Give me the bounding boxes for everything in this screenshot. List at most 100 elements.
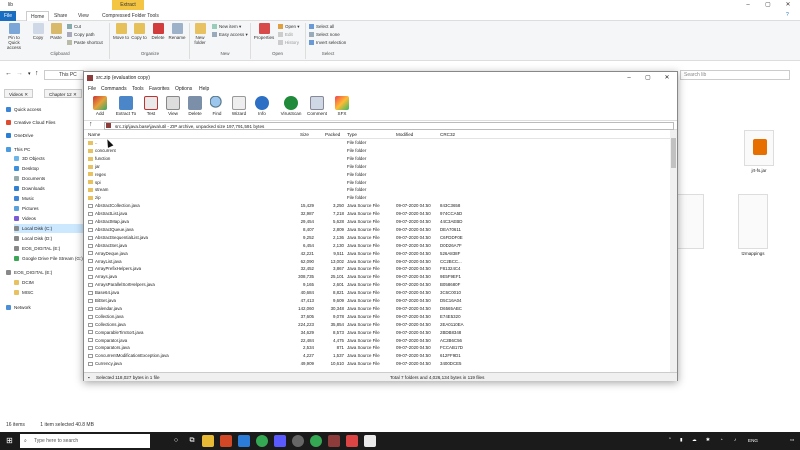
nav-desktop[interactable]: Desktop xyxy=(14,164,39,173)
table-row[interactable]: AbstractList.java 32,987 7,218 Java Source … xyxy=(84,210,670,217)
paste-shortcut-button[interactable]: Paste shortcut xyxy=(67,40,103,46)
nav-dcim[interactable]: DCIM xyxy=(14,278,34,287)
table-row[interactable]: BitSet.java 47,413 9,609 Java Source File 09… xyxy=(84,297,670,304)
table-row[interactable]: ArrayDeque.java 42,221 9,511 Java Source Fi… xyxy=(84,250,670,257)
nav-pictures[interactable]: Pictures xyxy=(14,204,39,213)
menu-favorites[interactable]: Favorites xyxy=(149,84,170,94)
edit-button[interactable]: Edit xyxy=(278,32,293,38)
winzip-taskbar-icon[interactable] xyxy=(328,435,340,447)
column-size[interactable]: Size xyxy=(300,130,309,139)
app-icon[interactable] xyxy=(292,435,304,447)
address-bar[interactable]: This PC xyxy=(44,70,84,80)
cortana-icon[interactable]: ○ xyxy=(170,435,182,447)
folder-row[interactable]: regex File folder xyxy=(84,171,670,178)
table-row[interactable]: Arrays.java 308,735 25,101 Java Source File… xyxy=(84,273,670,280)
nav-3d-objects[interactable]: 3D Objects xyxy=(14,154,45,163)
folder-row[interactable]: function File folder xyxy=(84,155,670,162)
table-row[interactable]: AbstractSet.java 6,454 2,130 Java Source Fi… xyxy=(84,242,670,249)
virusscan-button[interactable]: VirusScan xyxy=(278,96,304,116)
pin-quick-access-button[interactable]: Pin to Quick access xyxy=(3,23,25,50)
menu-commands[interactable]: Commands xyxy=(101,84,127,94)
tray-bluetooth-icon[interactable]: ✱ xyxy=(706,437,710,443)
forward-arrow-icon[interactable]: → xyxy=(16,70,23,77)
chrome-icon[interactable] xyxy=(256,435,268,447)
cut-button[interactable]: Cut xyxy=(67,24,81,30)
paste-button[interactable]: Paste xyxy=(48,23,64,40)
chrome-icon[interactable] xyxy=(310,435,322,447)
tab-home[interactable]: Home xyxy=(26,11,50,21)
folder-row[interactable]: spi File folder xyxy=(84,179,670,186)
tab-compressed-folder-tools[interactable]: Compressed Folder Tools xyxy=(98,11,163,21)
select-all-button[interactable]: Select all xyxy=(309,24,334,30)
nav-downloads[interactable]: Downloads xyxy=(14,184,45,193)
close-icon[interactable]: ✕ xyxy=(780,1,796,10)
table-row[interactable]: ArrayList.java 62,090 13,002 Java Source Fi… xyxy=(84,258,670,265)
nav-local-disk-d[interactable]: Local Disk (D:) xyxy=(14,234,52,243)
info-button[interactable]: Info xyxy=(251,96,273,116)
table-row[interactable]: Currency.java 49,909 10,610 Java Source Fil… xyxy=(84,360,670,367)
folder-row[interactable]: .. File folder xyxy=(84,139,670,146)
nav-videos[interactable]: Videos xyxy=(14,214,36,223)
find-button[interactable]: Find xyxy=(206,96,228,116)
table-row[interactable]: ArrayPrefixHelpers.java 32,452 3,867 Java S… xyxy=(84,265,670,272)
nav-creative-cloud[interactable]: Creative Cloud Files xyxy=(6,118,55,127)
file-list-scrollbar[interactable] xyxy=(670,130,677,372)
table-row[interactable]: Calendar.java 142,060 30,348 Java Source Fi… xyxy=(84,305,670,312)
menu-help[interactable]: Help xyxy=(199,84,209,94)
file-jrt-fs-jar[interactable]: jrt-fs.jar xyxy=(738,130,780,173)
back-arrow-icon[interactable]: ← xyxy=(5,70,12,77)
move-to-button[interactable]: Move to xyxy=(113,23,129,40)
delete-button[interactable]: Delete xyxy=(150,23,166,40)
nav-misc[interactable]: MISC xyxy=(14,288,33,297)
tab-share[interactable]: Share xyxy=(50,11,71,21)
menu-options[interactable]: Options xyxy=(175,84,192,94)
zip-close-icon[interactable]: ✕ xyxy=(658,72,676,84)
history-button[interactable]: History xyxy=(278,40,299,46)
easy-access-button[interactable]: Easy access ▾ xyxy=(212,32,248,38)
up-folder-arrow-icon[interactable]: ↑ xyxy=(89,121,93,128)
nav-documents[interactable]: Documents xyxy=(14,174,45,183)
scrollbar-thumb[interactable] xyxy=(671,138,676,168)
tray-network-icon[interactable]: ▮ xyxy=(680,437,683,443)
folder-row[interactable]: jar File folder xyxy=(84,163,670,170)
task-view-icon[interactable]: ⧉ xyxy=(186,435,198,447)
open-button[interactable]: Open ▾ xyxy=(278,24,300,30)
table-row[interactable]: Comparator.java 22,484 4,475 Java Source Fi… xyxy=(84,337,670,344)
new-folder-button[interactable]: New folder xyxy=(192,23,208,45)
menu-file[interactable]: File xyxy=(88,84,96,94)
table-row[interactable]: ComparableTimSort.java 34,629 8,573 Java So… xyxy=(84,329,670,336)
notification-icon[interactable]: ▭ xyxy=(790,437,794,443)
file-explorer-icon[interactable] xyxy=(202,435,214,447)
column-type[interactable]: Type xyxy=(347,130,357,139)
copy-path-button[interactable]: Copy path xyxy=(67,32,95,38)
office-icon[interactable] xyxy=(220,435,232,447)
language-indicator[interactable]: ENG xyxy=(748,438,758,443)
archive-path-field[interactable]: src.zip\java.base\java\util - ZIP archiv… xyxy=(104,122,674,130)
delete-archive-button[interactable]: Delete xyxy=(184,96,206,116)
tab-videos[interactable]: Videos ✕ xyxy=(4,89,34,98)
table-row[interactable]: Base64.java 40,684 8,821 Java Source File 09… xyxy=(84,289,670,296)
taskbar-search-input[interactable]: ⌕ Type here to search xyxy=(20,434,150,448)
column-name[interactable]: Name xyxy=(88,130,100,139)
nav-eos-digital[interactable]: EOS_DIGITAL (E:) xyxy=(6,268,52,277)
nav-this-pc[interactable]: This PC xyxy=(6,145,30,154)
comment-button[interactable]: Comment xyxy=(305,96,329,116)
file-tzmappings[interactable]: tzmappings xyxy=(732,194,774,256)
folder-row[interactable]: concurrent File folder xyxy=(84,147,670,154)
notepad-icon[interactable] xyxy=(364,435,376,447)
extract-contextual-tab[interactable]: Extract xyxy=(112,0,144,10)
windows-start-icon[interactable]: ⊞ xyxy=(6,436,13,445)
tab-file[interactable]: File xyxy=(0,11,17,21)
zip-maximize-icon[interactable]: ▢ xyxy=(639,72,657,84)
new-item-button[interactable]: New item ▾ xyxy=(212,24,241,30)
view-button[interactable]: View xyxy=(162,96,184,116)
sfx-button[interactable]: SFX xyxy=(331,96,353,116)
maximize-icon[interactable]: ▢ xyxy=(760,1,776,10)
copy-button[interactable]: Copy xyxy=(31,23,45,40)
folder-row[interactable]: stream File folder xyxy=(84,186,670,193)
nav-local-disk-c[interactable]: Local Disk (C:) xyxy=(14,224,84,233)
table-row[interactable]: AbstractSequentialList.java 9,252 2,136 Jav… xyxy=(84,234,670,241)
add-button[interactable]: Add xyxy=(89,96,111,116)
nav-quick-access[interactable]: Quick access xyxy=(6,105,41,114)
tray-cloud-icon[interactable]: ☁ xyxy=(692,437,697,443)
